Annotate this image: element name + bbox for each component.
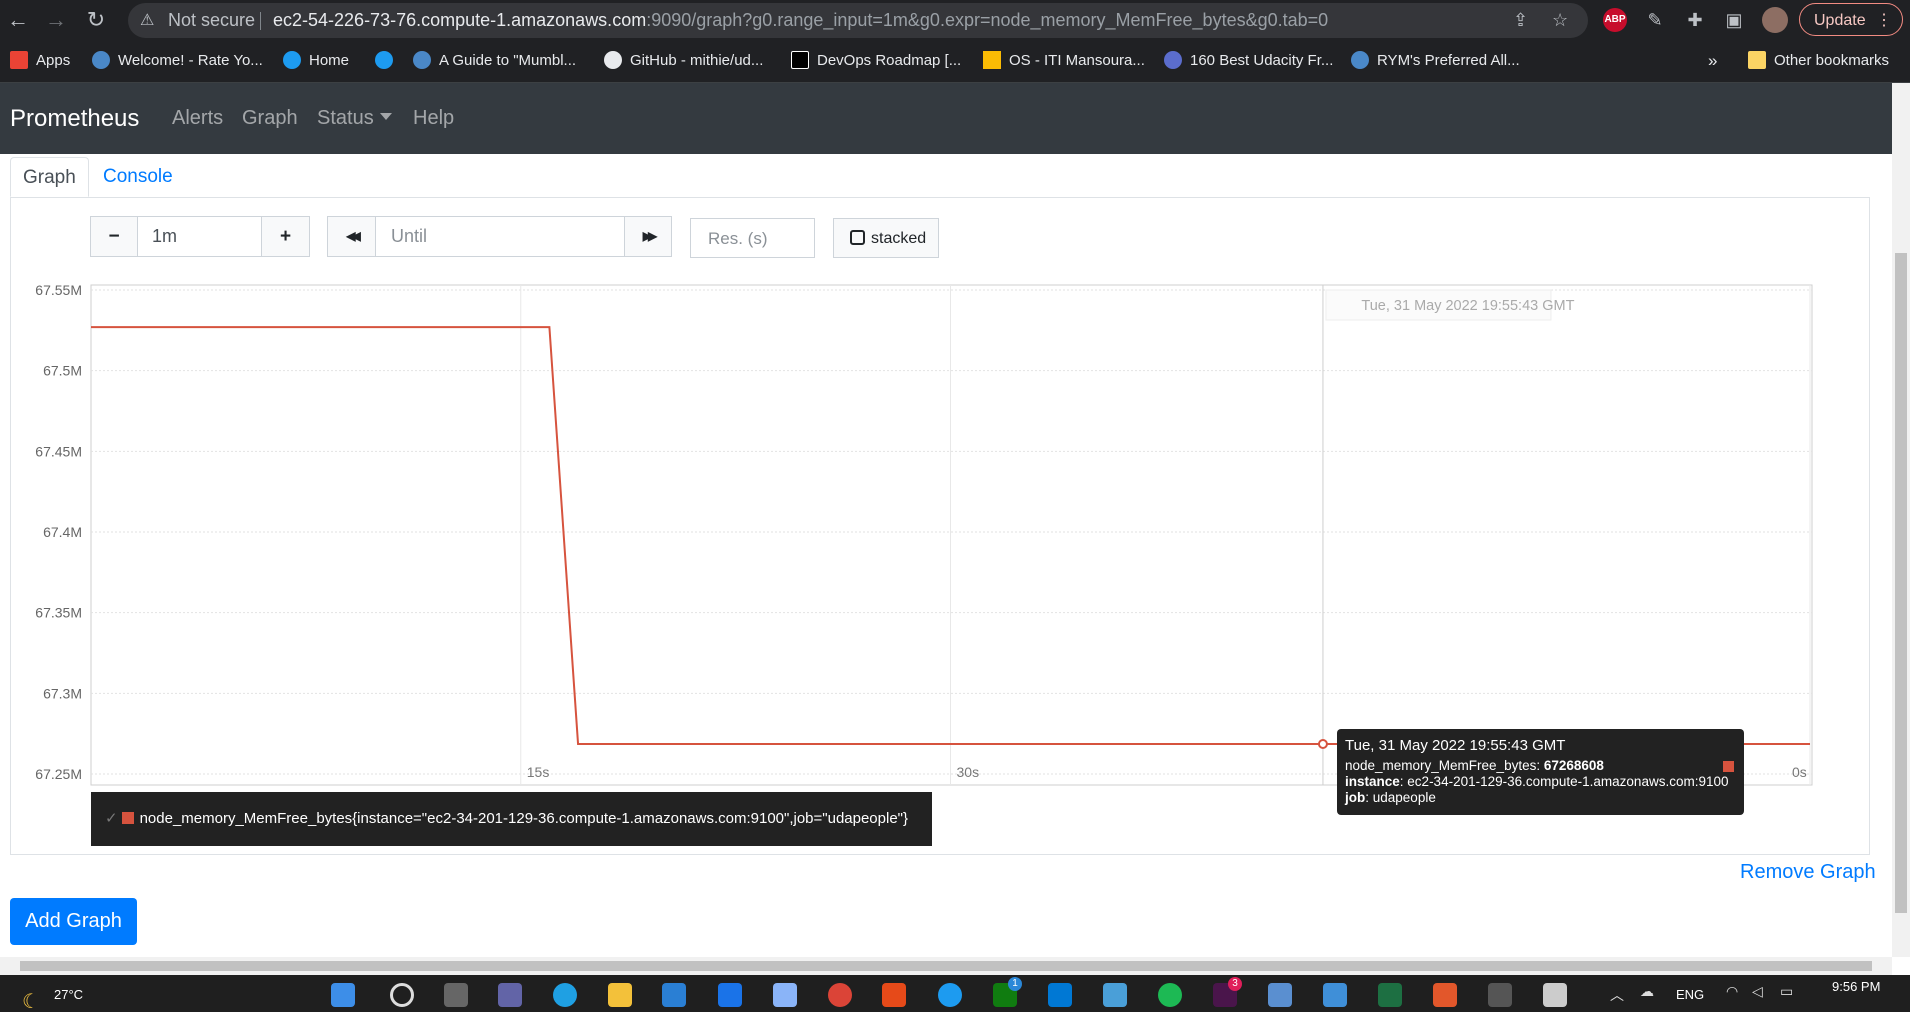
photos-icon[interactable] [1268, 983, 1292, 1007]
graph-chart[interactable]: 67.55M 67.5M 67.45M 67.4M 67.35M 67.3M 67.25M 1… [0, 0, 1910, 1012]
graph-legend[interactable]: ✓ node_memory_MemFree_bytes{instance="ec2… [91, 792, 932, 846]
tooltip-metric-name: node_memory_MemFree_bytes [1345, 758, 1537, 773]
y-tick-label: 67.5M [43, 363, 82, 379]
plot-frame [90, 284, 1813, 786]
hover-date-label: Tue, 31 May 2022 19:55:43 GMT [1361, 298, 1574, 314]
file-explorer-icon[interactable] [608, 983, 632, 1007]
y-tick-label: 67.3M [43, 685, 82, 701]
tooltip-job-row: job: udapeople [1345, 790, 1436, 805]
notepad-app-icon[interactable] [1543, 983, 1567, 1007]
y-tick-label: 67.4M [43, 524, 82, 540]
store-icon[interactable] [662, 983, 686, 1007]
x-tick-label: 30s [957, 764, 980, 780]
notification-badge: 1 [1008, 977, 1022, 991]
tooltip-instance-value: ec2-34-201-129-36.compute-1.amazonaws.co… [1407, 774, 1729, 789]
y-tick-label: 67.35M [35, 605, 82, 621]
twitter-app-icon[interactable] [938, 983, 962, 1007]
speaker-icon[interactable]: ◁ [1752, 983, 1763, 1000]
tooltip-series-swatch [1723, 761, 1734, 772]
mail-icon[interactable] [718, 983, 742, 1007]
wifi-icon[interactable]: ◠ [1726, 983, 1738, 1000]
edge-icon[interactable] [553, 983, 577, 1007]
office-icon[interactable] [882, 983, 906, 1007]
y-tick-label: 67.25M [35, 766, 82, 782]
language-indicator[interactable]: ENG [1676, 987, 1704, 1002]
y-tick-label: 67.45M [35, 443, 82, 459]
cloud-icon[interactable]: ☁ [1640, 983, 1654, 1000]
search-icon[interactable] [390, 983, 414, 1007]
start-windows-icon[interactable] [331, 983, 355, 1007]
x-tick-label: 0s [1792, 764, 1807, 780]
spotify-icon[interactable] [1158, 983, 1182, 1007]
remove-graph-link[interactable]: Remove Graph [1740, 860, 1876, 884]
legend-swatch [121, 812, 134, 824]
hover-tooltip: Tue, 31 May 2022 19:55:43 GMT node_memor… [1337, 729, 1744, 815]
chrome-icon[interactable] [828, 983, 852, 1007]
tooltip-metric-value: 67268608 [1543, 758, 1604, 773]
add-graph-button[interactable]: Add Graph [10, 898, 137, 945]
battery-icon[interactable]: ▭ [1780, 983, 1793, 1000]
highlighted-data-point [1317, 738, 1328, 749]
excel-icon[interactable] [1378, 983, 1402, 1007]
windows-taskbar: ☾ 27°C 1 3 ︿ ☁ ENG ◠ ◁ ▭ 9:56 PM [0, 975, 1910, 1012]
task-view-icon[interactable] [444, 983, 468, 1007]
y-tick-label: 67.55M [35, 282, 82, 298]
tooltip-value-row: node_memory_MemFree_bytes: 67268608 [1345, 758, 1604, 773]
legend-series-label: node_memory_MemFree_bytes{instance="ec2-… [139, 810, 909, 827]
clock-time[interactable]: 9:56 PM [1832, 979, 1880, 994]
vscode-icon[interactable] [1048, 983, 1072, 1007]
weather-temp[interactable]: 27°C [54, 987, 83, 1002]
app-icon[interactable] [773, 983, 797, 1007]
tooltip-job-value: udapeople [1372, 790, 1436, 805]
chevron-up-icon[interactable]: ︿ [1610, 985, 1624, 1005]
gallery-icon[interactable] [1323, 983, 1347, 1007]
checkmark-app-icon[interactable] [1488, 983, 1512, 1007]
tooltip-date: Tue, 31 May 2022 19:55:43 GMT [1345, 737, 1566, 754]
tool-icon[interactable] [1433, 983, 1457, 1007]
x-tick-label: 15s [527, 764, 550, 780]
moon-weather-icon: ☾ [22, 991, 40, 1012]
teams-icon[interactable] [498, 983, 522, 1007]
notification-badge: 3 [1228, 977, 1242, 991]
tooltip-job-key: job [1345, 790, 1366, 805]
tooltip-instance-key: instance [1345, 774, 1400, 789]
check-icon: ✓ [105, 810, 118, 827]
tooltip-instance-row: instance: ec2-34-201-129-36.compute-1.am… [1345, 774, 1729, 789]
notepad-icon[interactable] [1103, 983, 1127, 1007]
